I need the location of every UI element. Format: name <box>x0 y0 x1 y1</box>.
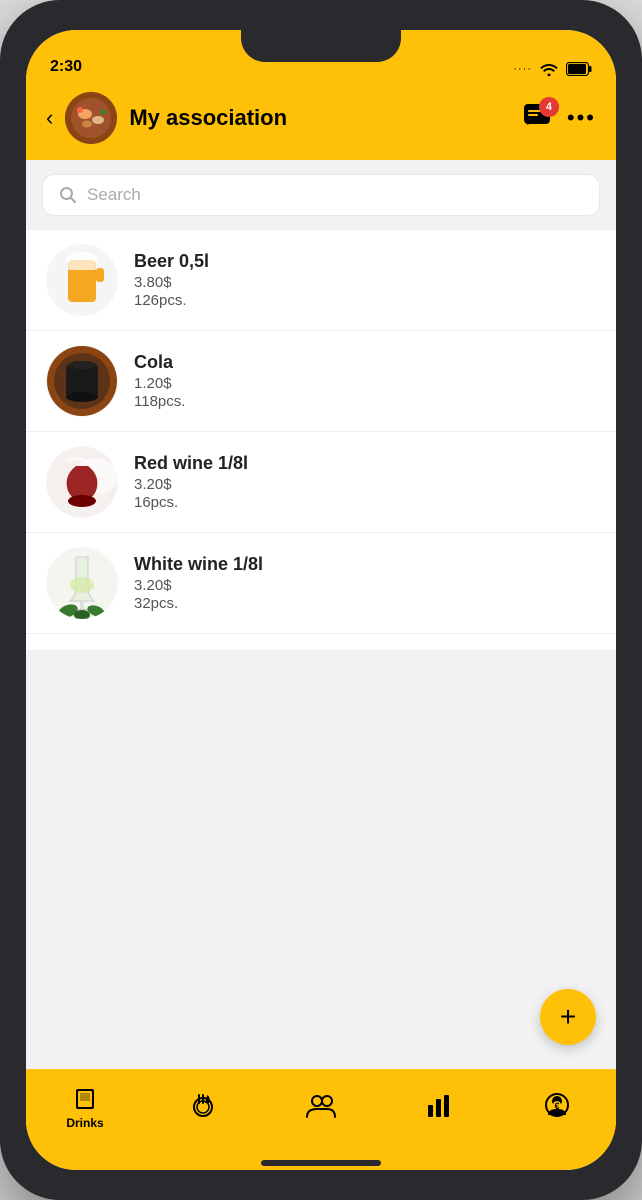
nav-item-members[interactable] <box>262 1091 380 1123</box>
search-placeholder: Search <box>87 185 141 205</box>
status-icons: ···· <box>513 62 592 76</box>
search-icon <box>59 186 77 204</box>
item-qty: 126pcs. <box>134 292 596 309</box>
item-qty: 32pcs. <box>134 595 596 612</box>
item-qty: 118pcs. <box>134 393 596 410</box>
item-info-white-wine: White wine 1/8l 3.20$ 32pcs. <box>134 554 596 612</box>
notification-badge: 4 <box>539 97 559 117</box>
header: ‹ My association <box>26 82 616 160</box>
item-image-cola <box>46 345 118 417</box>
bottom-nav-bar: Drinks <box>26 1069 616 1154</box>
header-title: My association <box>129 105 511 131</box>
chat-button[interactable]: 4 <box>523 103 551 134</box>
item-qty: 16pcs. <box>134 494 596 511</box>
status-time: 2:30 <box>50 58 82 76</box>
battery-icon <box>566 62 592 76</box>
nav-item-drinks[interactable]: Drinks <box>26 1084 144 1130</box>
item-price: 3.80$ <box>134 274 596 291</box>
list-item[interactable]: White wine 1/8l 3.20$ 32pcs. <box>26 533 616 634</box>
add-item-button[interactable]: + <box>540 989 596 1045</box>
more-options-button[interactable]: ••• <box>567 105 596 131</box>
list-item[interactable]: Beer 0,5l 3.80$ 126pcs. <box>26 230 616 331</box>
item-price: 3.20$ <box>134 476 596 493</box>
phone-frame: 2:30 ···· ‹ <box>0 0 642 1200</box>
search-container: Search <box>26 160 616 230</box>
item-price: 1.20$ <box>134 375 596 392</box>
nav-item-food[interactable] <box>144 1091 262 1123</box>
notch <box>241 30 401 62</box>
search-box[interactable]: Search <box>42 174 600 216</box>
bottom-navigation: Drinks <box>26 1069 616 1170</box>
svg-text:€: € <box>554 1101 559 1111</box>
items-list: Beer 0,5l 3.80$ 126pcs. <box>26 230 616 650</box>
content-area: Beer 0,5l 3.80$ 126pcs. <box>26 230 616 1069</box>
back-button[interactable]: ‹ <box>46 105 53 131</box>
food-icon <box>189 1091 217 1119</box>
item-image-beer <box>46 244 118 316</box>
drinks-icon <box>71 1084 99 1112</box>
members-icon <box>305 1091 337 1119</box>
item-image-white-wine <box>46 547 118 619</box>
phone-screen: 2:30 ···· ‹ <box>26 30 616 1170</box>
home-indicator <box>261 1160 381 1166</box>
item-info-beer: Beer 0,5l 3.80$ 126pcs. <box>134 251 596 309</box>
list-item[interactable]: Cola 1.20$ 118pcs. <box>26 331 616 432</box>
list-item[interactable]: Red wine 1/8l 3.20$ 16pcs. <box>26 432 616 533</box>
header-actions: 4 ••• <box>523 103 596 134</box>
profile-icon: € <box>543 1091 571 1119</box>
item-image-red-wine <box>46 446 118 518</box>
empty-area: + <box>26 650 616 1070</box>
item-info-cola: Cola 1.20$ 118pcs. <box>134 352 596 410</box>
nav-item-profile[interactable]: € <box>498 1091 616 1123</box>
item-info-red-wine: Red wine 1/8l 3.20$ 16pcs. <box>134 453 596 511</box>
nav-label-drinks: Drinks <box>66 1116 103 1130</box>
avatar <box>65 92 117 144</box>
nav-item-stats[interactable] <box>380 1091 498 1123</box>
item-name: Cola <box>134 352 596 373</box>
wifi-icon <box>540 62 558 76</box>
item-name: Beer 0,5l <box>134 251 596 272</box>
item-price: 3.20$ <box>134 577 596 594</box>
stats-icon <box>425 1091 453 1119</box>
item-name: White wine 1/8l <box>134 554 596 575</box>
signal-dots-icon: ···· <box>513 63 532 75</box>
item-name: Red wine 1/8l <box>134 453 596 474</box>
